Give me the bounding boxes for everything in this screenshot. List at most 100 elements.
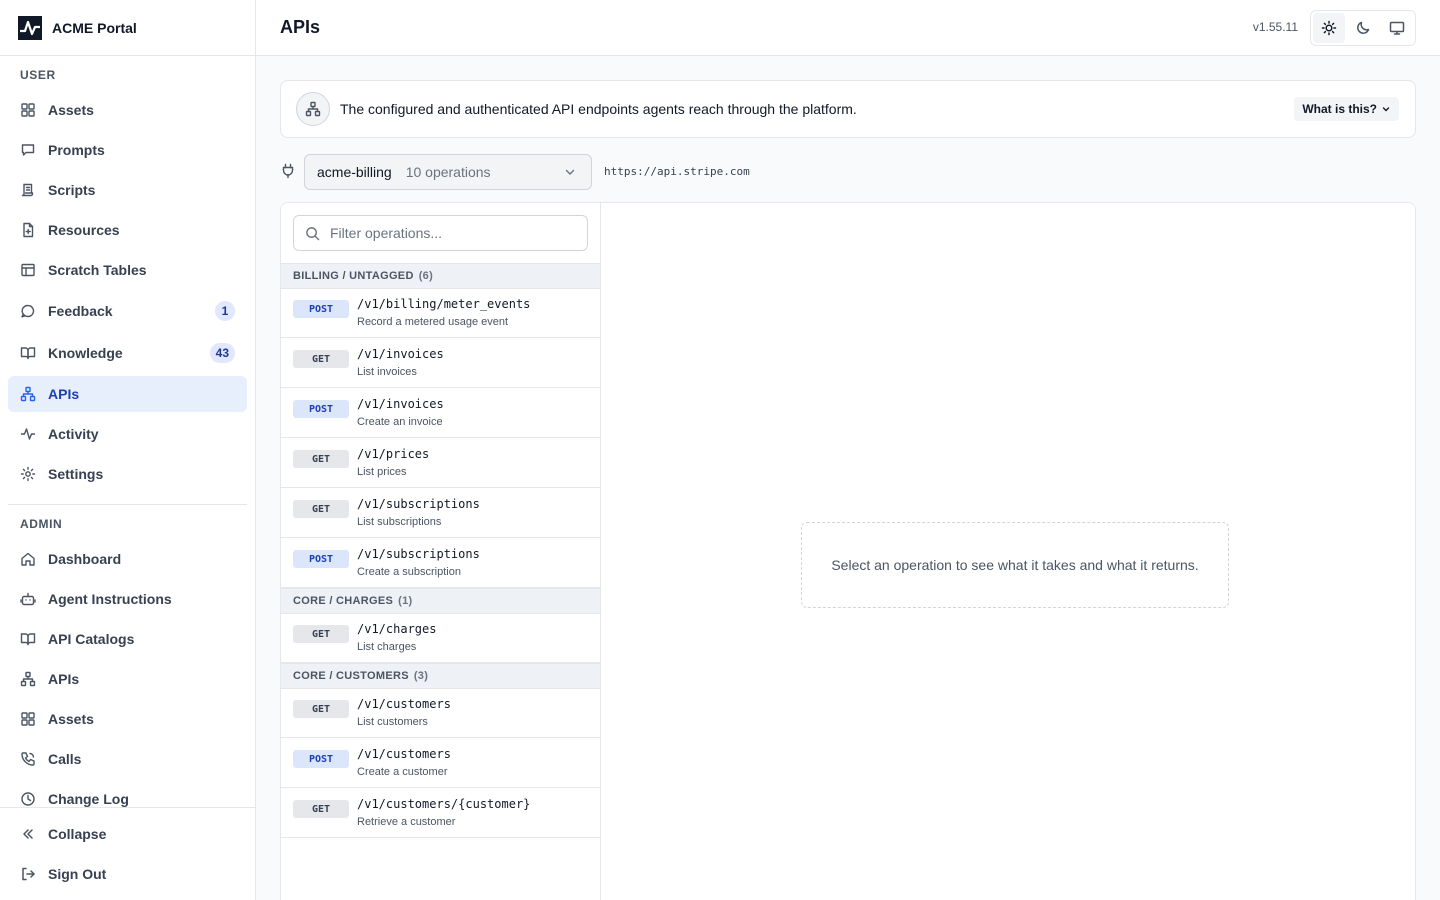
group-count: (3) [413,670,429,682]
group-header-billing-untagged[interactable]: BILLING / UNTAGGED (6) [281,263,600,289]
group-name: BILLING / UNTAGGED [293,270,414,282]
nav-item-label: APIs [48,386,80,402]
chevron-down-icon [1382,107,1390,112]
book-open-icon [20,631,36,647]
sidebar-footer: Collapse Sign Out [0,807,255,900]
sidebar-item-settings[interactable]: Settings [8,456,247,492]
api-name: acme-billing [317,164,392,180]
operation-description: Create an invoice [357,416,443,428]
method-badge: POST [293,750,349,768]
group-header-core-customers[interactable]: CORE / CUSTOMERS (3) [281,663,600,689]
user-section-label: USER [20,68,56,82]
sidebar-item-activity[interactable]: Activity [8,416,247,452]
sidebar-item-apis[interactable]: APIs [8,376,247,412]
dark-theme-button[interactable] [1347,13,1379,43]
file-plus-icon [20,222,36,238]
operation-row[interactable]: POST/v1/customers Create a customer [281,738,600,788]
operation-row[interactable]: GET/v1/customers/{customer} Retrieve a cu… [281,788,600,838]
nav-item-label: Calls [48,751,82,767]
sign-out-button[interactable]: Sign Out [8,856,247,892]
table-icon [20,262,36,278]
operation-description: List subscriptions [357,516,442,528]
sidebar-admin-item-assets[interactable]: Assets [8,701,247,737]
network-icon [20,671,36,687]
method-badge: GET [293,350,349,368]
method-badge: POST [293,300,349,318]
operation-row[interactable]: POST/v1/billing/meter_events Record a met… [281,288,600,338]
sidebar-admin-item-dashboard[interactable]: Dashboard [8,541,247,577]
what-is-this-button[interactable]: What is this? [1294,97,1399,121]
what-is-this-label: What is this? [1302,102,1377,116]
network-icon [305,101,321,117]
nav-item-label: Dashboard [48,551,122,567]
sidebar-divider [8,504,247,505]
operation-row[interactable]: GET/v1/charges List charges [281,613,600,663]
operation-row[interactable]: GET/v1/subscriptions List subscriptions [281,488,600,538]
operation-path: /v1/invoices [357,397,444,411]
operation-description: Retrieve a customer [357,816,456,828]
nav-item-label: Prompts [48,142,105,158]
operation-row[interactable]: GET/v1/prices List prices [281,438,600,488]
operation-path: /v1/charges [357,622,437,636]
monitor-icon [1389,21,1405,35]
admin-section-label: ADMIN [20,517,63,531]
method-badge: GET [293,625,349,643]
script-icon [20,182,36,198]
operation-row[interactable]: GET/v1/customers List customers [281,688,600,738]
method-badge: GET [293,450,349,468]
sidebar-admin-item-calls[interactable]: Calls [8,741,247,777]
operation-path: /v1/customers [357,697,451,711]
theme-switcher [1310,10,1416,46]
operation-path: /v1/subscriptions [357,547,480,561]
bot-icon [20,591,36,607]
sidebar-item-assets[interactable]: Assets [8,92,247,128]
operation-row[interactable]: POST/v1/subscriptions Create a subscripti… [281,538,600,588]
filter-operations-input[interactable]: Filter operations... [293,215,588,251]
sidebar-admin-item-apis[interactable]: APIs [8,661,247,697]
nav-item-label: Resources [48,222,120,238]
nav-item-label: Scripts [48,182,96,198]
operations-count: 10 operations [405,164,491,180]
operation-path: /v1/customers/{customer} [357,797,531,811]
operation-description: List charges [357,641,417,653]
home-icon [20,551,36,567]
sidebar-item-scratch-tables[interactable]: Scratch Tables [8,252,247,288]
chevron-down-icon [563,165,577,179]
api-selector[interactable]: acme-billing 10 operations [304,154,592,190]
activity-icon [20,426,36,442]
nav-item-label: Activity [48,426,99,442]
operation-description: List prices [357,466,407,478]
base-url: https://api.stripe.com [604,165,750,178]
operation-description: Create a customer [357,766,448,778]
sidebar-item-knowledge[interactable]: Knowledge 43 [8,335,247,371]
clock-icon [20,791,36,807]
collapse-button[interactable]: Collapse [8,816,247,852]
grid-icon [20,711,36,727]
group-name: CORE / CHARGES [293,595,394,607]
operation-row[interactable]: GET/v1/invoices List invoices [281,338,600,388]
operation-row[interactable]: POST/v1/invoices Create an invoice [281,388,600,438]
sidebar-item-resources[interactable]: Resources [8,212,247,248]
moon-icon [1357,21,1370,34]
group-name: CORE / CUSTOMERS [293,670,409,682]
sidebar-admin-item-agent-instructions[interactable]: Agent Instructions [8,581,247,617]
top-header: APIs v1.55.11 [256,0,1440,56]
info-banner: The configured and authenticated API end… [280,80,1416,138]
sidebar-admin-item-api-catalogs[interactable]: API Catalogs [8,621,247,657]
method-badge: GET [293,800,349,818]
sidebar-item-prompts[interactable]: Prompts [8,132,247,168]
nav-item-label: Settings [48,466,104,482]
sidebar-item-scripts[interactable]: Scripts [8,172,247,208]
sidebar-item-feedback[interactable]: Feedback 1 [8,293,247,329]
system-theme-button[interactable] [1381,13,1413,43]
method-badge: GET [293,700,349,718]
brand[interactable]: ACME Portal [0,0,255,56]
count-badge: 1 [215,301,235,321]
sidebar: ACME Portal USER Assets Prompts Scripts Res… [0,0,256,900]
nav-item-label: Feedback [48,303,113,319]
light-theme-button[interactable] [1313,13,1345,43]
message-square-icon [20,142,36,158]
group-header-core-charges[interactable]: CORE / CHARGES (1) [281,588,600,614]
nav-item-label: Knowledge [48,345,123,361]
sun-icon [1321,20,1337,36]
